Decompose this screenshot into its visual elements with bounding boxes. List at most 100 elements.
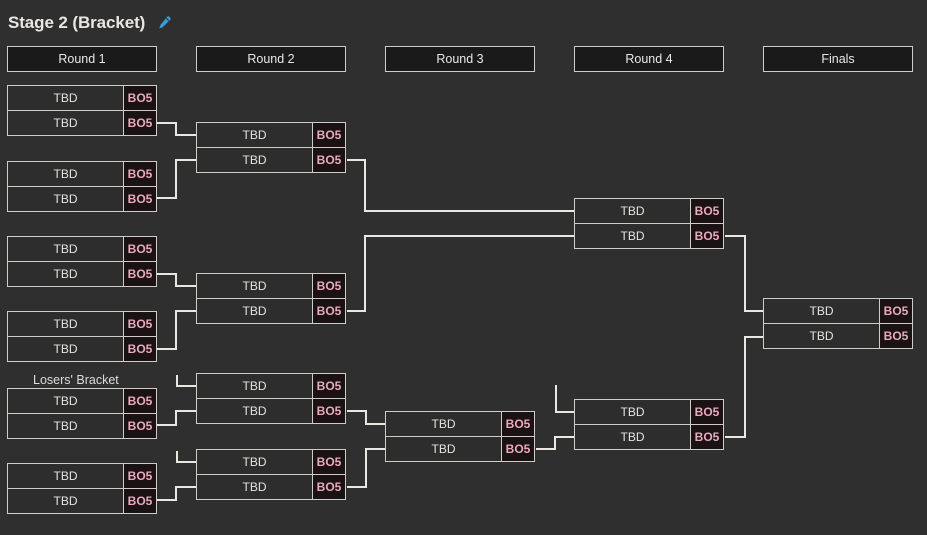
team-name: TBD [8, 237, 123, 261]
match-format: BO5 [123, 111, 156, 135]
match-r2-m3[interactable]: TBD BO5 TBD BO5 [196, 373, 346, 424]
team-name: TBD [575, 425, 690, 449]
match-row-bottom[interactable]: TBD BO5 [197, 475, 345, 499]
match-format: BO5 [123, 489, 156, 513]
match-row-bottom[interactable]: TBD BO5 [575, 224, 723, 248]
match-format: BO5 [690, 425, 723, 449]
match-row-bottom[interactable]: TBD BO5 [764, 324, 912, 348]
team-name: TBD [197, 123, 312, 147]
team-name: TBD [8, 312, 123, 336]
match-format: BO5 [312, 123, 345, 147]
round-header-round-3[interactable]: Round 3 [385, 46, 535, 72]
match-row-bottom[interactable]: TBD BO5 [8, 414, 156, 438]
match-row-top[interactable]: TBD BO5 [386, 412, 534, 437]
match-row-top[interactable]: TBD BO5 [8, 312, 156, 337]
match-row-top[interactable]: TBD BO5 [8, 389, 156, 414]
round-header-finals[interactable]: Finals [763, 46, 913, 72]
match-row-bottom[interactable]: TBD BO5 [575, 425, 723, 449]
match-r3-m1[interactable]: TBD BO5 TBD BO5 [385, 411, 535, 462]
match-r1-m4[interactable]: TBD BO5 TBD BO5 [7, 311, 157, 362]
match-row-bottom[interactable]: TBD BO5 [8, 111, 156, 135]
team-name: TBD [8, 414, 123, 438]
match-r1-m3[interactable]: TBD BO5 TBD BO5 [7, 236, 157, 287]
round-header-label: Round 4 [625, 52, 673, 66]
match-format: BO5 [123, 337, 156, 361]
round-header-label: Finals [821, 52, 855, 66]
match-format: BO5 [123, 86, 156, 110]
match-format: BO5 [312, 299, 345, 323]
match-row-top[interactable]: TBD BO5 [575, 199, 723, 224]
match-format: BO5 [501, 412, 534, 436]
match-row-bottom[interactable]: TBD BO5 [197, 399, 345, 423]
match-format: BO5 [501, 437, 534, 461]
match-row-top[interactable]: TBD BO5 [8, 86, 156, 111]
match-row-top[interactable]: TBD BO5 [197, 450, 345, 475]
match-r2-m1[interactable]: TBD BO5 TBD BO5 [196, 122, 346, 173]
team-name: TBD [575, 400, 690, 424]
match-format: BO5 [879, 324, 912, 348]
match-format: BO5 [123, 262, 156, 286]
match-format: BO5 [123, 312, 156, 336]
match-format: BO5 [123, 237, 156, 261]
match-format: BO5 [312, 475, 345, 499]
bracket-stage: Stage 2 (Bracket) Round 1 Round 2 Round … [0, 0, 927, 535]
match-r4-m2[interactable]: TBD BO5 TBD BO5 [574, 399, 724, 450]
match-row-top[interactable]: TBD BO5 [8, 237, 156, 262]
match-row-top[interactable]: TBD BO5 [575, 400, 723, 425]
round-header-round-1[interactable]: Round 1 [7, 46, 157, 72]
match-r1-m5[interactable]: TBD BO5 TBD BO5 [7, 388, 157, 439]
team-name: TBD [8, 111, 123, 135]
match-row-bottom[interactable]: TBD BO5 [197, 299, 345, 323]
team-name: TBD [197, 274, 312, 298]
team-name: TBD [197, 299, 312, 323]
match-row-bottom[interactable]: TBD BO5 [8, 262, 156, 286]
match-format: BO5 [123, 414, 156, 438]
match-r1-m1[interactable]: TBD BO5 TBD BO5 [7, 85, 157, 136]
team-name: TBD [8, 262, 123, 286]
match-format: BO5 [690, 224, 723, 248]
round-header-label: Round 3 [436, 52, 484, 66]
match-r1-m2[interactable]: TBD BO5 TBD BO5 [7, 161, 157, 212]
match-format: BO5 [123, 162, 156, 186]
match-row-bottom[interactable]: TBD BO5 [8, 187, 156, 211]
page-title: Stage 2 (Bracket) [8, 13, 146, 32]
match-format: BO5 [312, 399, 345, 423]
match-r1-m6[interactable]: TBD BO5 TBD BO5 [7, 463, 157, 514]
match-format: BO5 [312, 450, 345, 474]
match-r2-m4[interactable]: TBD BO5 TBD BO5 [196, 449, 346, 500]
team-name: TBD [8, 464, 123, 488]
match-r2-m2[interactable]: TBD BO5 TBD BO5 [196, 273, 346, 324]
team-name: TBD [8, 337, 123, 361]
team-name: TBD [8, 187, 123, 211]
match-row-top[interactable]: TBD BO5 [8, 162, 156, 187]
match-format: BO5 [123, 389, 156, 413]
team-name: TBD [8, 489, 123, 513]
match-format: BO5 [690, 400, 723, 424]
match-format: BO5 [312, 374, 345, 398]
team-name: TBD [575, 199, 690, 223]
team-name: TBD [197, 374, 312, 398]
match-row-bottom[interactable]: TBD BO5 [8, 337, 156, 361]
match-row-bottom[interactable]: TBD BO5 [8, 489, 156, 513]
match-row-top[interactable]: TBD BO5 [764, 299, 912, 324]
match-row-top[interactable]: TBD BO5 [8, 464, 156, 489]
round-header-round-4[interactable]: Round 4 [574, 46, 724, 72]
match-row-bottom[interactable]: TBD BO5 [386, 437, 534, 461]
team-name: TBD [8, 162, 123, 186]
team-name: TBD [386, 437, 501, 461]
match-row-top[interactable]: TBD BO5 [197, 123, 345, 148]
round-header-label: Round 2 [247, 52, 295, 66]
match-row-top[interactable]: TBD BO5 [197, 374, 345, 399]
pencil-icon[interactable] [155, 14, 173, 32]
team-name: TBD [8, 86, 123, 110]
team-name: TBD [197, 148, 312, 172]
round-header-round-2[interactable]: Round 2 [196, 46, 346, 72]
match-r4-m1[interactable]: TBD BO5 TBD BO5 [574, 198, 724, 249]
match-format: BO5 [123, 187, 156, 211]
match-format: BO5 [123, 464, 156, 488]
page-title-bar: Stage 2 (Bracket) [8, 10, 173, 36]
match-format: BO5 [312, 274, 345, 298]
match-finals[interactable]: TBD BO5 TBD BO5 [763, 298, 913, 349]
match-row-bottom[interactable]: TBD BO5 [197, 148, 345, 172]
match-row-top[interactable]: TBD BO5 [197, 274, 345, 299]
